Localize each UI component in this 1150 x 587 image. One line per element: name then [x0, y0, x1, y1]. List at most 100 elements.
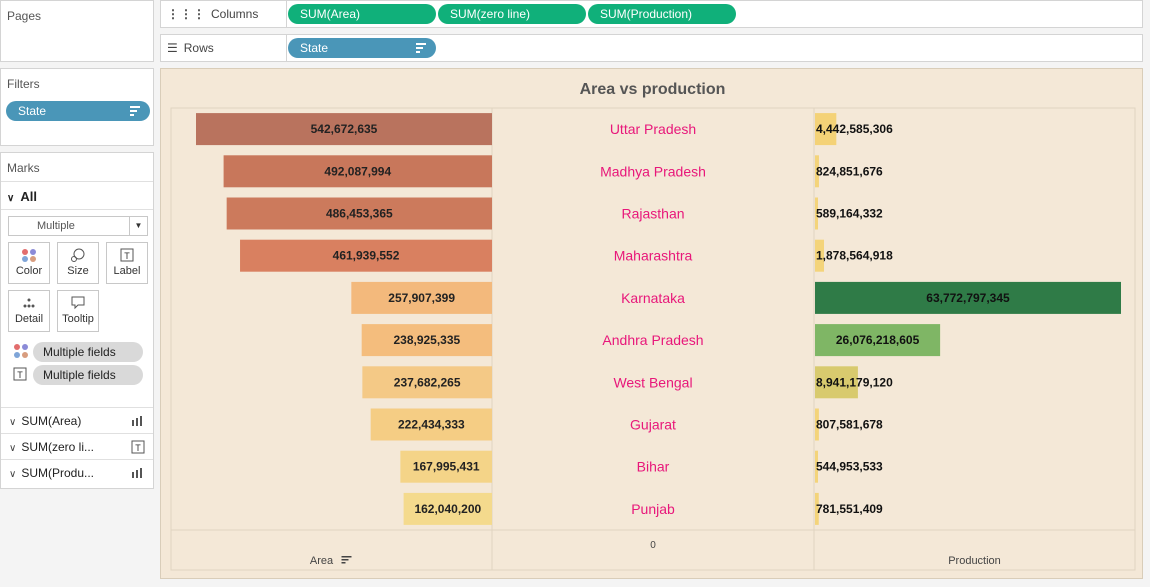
columns-pill-area-label: SUM(Area) [300, 7, 361, 21]
marks-row-zero-line-label: SUM(zero li... [21, 440, 95, 454]
svg-text:T: T [135, 443, 141, 453]
sort-icon [341, 559, 349, 561]
svg-text:T: T [17, 370, 23, 380]
area-value-label: 167,995,431 [413, 460, 480, 474]
size-icon [58, 243, 98, 265]
svg-text:T: T [124, 251, 130, 261]
color-dots-icon [9, 243, 49, 265]
columns-pill-zero-line-label: SUM(zero line) [450, 7, 531, 21]
filters-panel: Filters State [0, 68, 154, 146]
area-value-label: 461,939,552 [333, 249, 400, 263]
chevron-down-icon: ∨ [9, 443, 17, 454]
label-fields-pill[interactable]: Multiple fields [33, 365, 143, 385]
production-value-label: 63,772,797,345 [926, 291, 1010, 305]
label-label: Label [113, 265, 141, 277]
sort-icon [341, 562, 346, 564]
columns-label-wrap: ⋮⋮⋮ Columns [167, 7, 258, 21]
marks-title: Marks [7, 161, 40, 175]
detail-button[interactable]: Detail [8, 290, 50, 332]
marks-panel: Marks ∨ All Multiple ▼ Color Size T Label [0, 152, 154, 489]
chart-canvas: 542,672,635 Uttar Pradesh 4,442,585,306 492… [170, 107, 1136, 571]
state-label: Punjab [631, 501, 675, 517]
rows-shelf: ☰ Rows State [160, 34, 1143, 62]
filter-state-pill[interactable]: State [6, 101, 150, 121]
area-value-label: 162,040,200 [414, 502, 481, 516]
area-value-label: 492,087,994 [324, 164, 391, 178]
label-fields-label: Multiple fields [43, 368, 116, 382]
state-label: Bihar [637, 459, 670, 475]
area-axis-label: Area [310, 555, 334, 567]
tooltip-label: Tooltip [62, 313, 94, 325]
filter-state-label: State [18, 104, 47, 118]
marks-row-production[interactable]: ∨ SUM(Produ... [1, 459, 153, 485]
area-value-label: 486,453,365 [326, 207, 393, 221]
columns-shelf: ⋮⋮⋮ Columns SUM(Area) SUM(zero line) SUM(… [160, 0, 1143, 28]
marks-row-zero-line[interactable]: ∨ SUM(zero li... T [1, 433, 153, 459]
color-label: Color [15, 265, 43, 277]
sort-icon [130, 106, 140, 116]
columns-pill-zero-line[interactable]: SUM(zero line) [438, 4, 586, 24]
zero-axis-label: 0 [650, 540, 656, 551]
tooltip-button[interactable]: Tooltip [57, 290, 99, 332]
rows-pill-state[interactable]: State [288, 38, 436, 58]
chevron-down-icon: ∨ [9, 469, 17, 480]
marks-row-area[interactable]: ∨ SUM(Area) [1, 407, 153, 433]
detail-label: Detail [14, 313, 44, 325]
production-axis-label: Production [948, 555, 1001, 567]
mark-type-value: Multiple [37, 220, 75, 232]
filters-title: Filters [7, 77, 40, 91]
production-value-label: 589,164,332 [816, 207, 883, 221]
rows-label-wrap: ☰ Rows [167, 41, 214, 55]
text-label-icon: T [107, 243, 147, 265]
area-value-label: 542,672,635 [311, 122, 378, 136]
state-label: Andhra Pradesh [602, 332, 703, 348]
bar-chart-icon [131, 460, 145, 490]
color-button[interactable]: Color [8, 242, 50, 284]
color-fields-label: Multiple fields [43, 345, 116, 359]
marks-row-production-label: SUM(Produ... [21, 466, 95, 480]
production-value-label: 824,851,676 [816, 164, 883, 178]
marks-row-area-label: SUM(Area) [21, 414, 82, 428]
production-value-label: 807,581,678 [816, 418, 883, 432]
rows-icon: ☰ [167, 41, 178, 55]
chart-view: Area vs production 542,672,635 Uttar Prad… [160, 68, 1143, 579]
columns-label: Columns [211, 7, 259, 21]
state-label: West Bengal [613, 374, 692, 390]
state-label: Madhya Pradesh [600, 163, 706, 179]
state-label: Rajasthan [621, 206, 684, 222]
state-label: Karnataka [621, 290, 685, 306]
rows-label: Rows [183, 41, 214, 55]
pages-panel: Pages [0, 0, 154, 62]
detail-dots-icon [9, 291, 49, 313]
caret-down-icon: ▼ [129, 217, 147, 235]
sort-icon [416, 43, 426, 53]
production-value-label: 26,076,218,605 [836, 333, 920, 347]
label-button[interactable]: T Label [106, 242, 148, 284]
state-label: Gujarat [630, 417, 676, 433]
text-label-icon: T [13, 367, 27, 386]
production-value-label: 781,551,409 [816, 502, 883, 516]
production-value-label: 4,442,585,306 [816, 122, 893, 136]
rows-pill-state-label: State [300, 41, 329, 55]
color-fields-pill[interactable]: Multiple fields [33, 342, 143, 362]
area-value-label: 257,907,399 [388, 291, 455, 305]
area-value-label: 222,434,333 [398, 418, 465, 432]
production-value-label: 8,941,179,120 [816, 375, 893, 389]
columns-pill-area[interactable]: SUM(Area) [288, 4, 436, 24]
area-value-label: 237,682,265 [394, 375, 461, 389]
size-label: Size [67, 265, 89, 277]
production-value-label: 544,953,533 [816, 460, 883, 474]
sort-icon [341, 556, 352, 558]
columns-pill-production[interactable]: SUM(Production) [588, 4, 736, 24]
size-button[interactable]: Size [57, 242, 99, 284]
columns-icon: ⋮⋮⋮ [167, 7, 206, 21]
mark-type-select[interactable]: Multiple ▼ [8, 216, 148, 236]
color-dots-icon [13, 343, 29, 364]
tooltip-bubble-icon [58, 291, 98, 313]
marks-all-label: All [20, 189, 37, 204]
state-label: Maharashtra [614, 248, 693, 264]
pages-title: Pages [7, 9, 42, 23]
tableau-workspace: Pages Filters State Marks ∨ All Multiple … [0, 0, 1150, 587]
marks-all-toggle[interactable]: ∨ All [7, 189, 37, 204]
columns-pill-production-label: SUM(Production) [600, 7, 693, 21]
